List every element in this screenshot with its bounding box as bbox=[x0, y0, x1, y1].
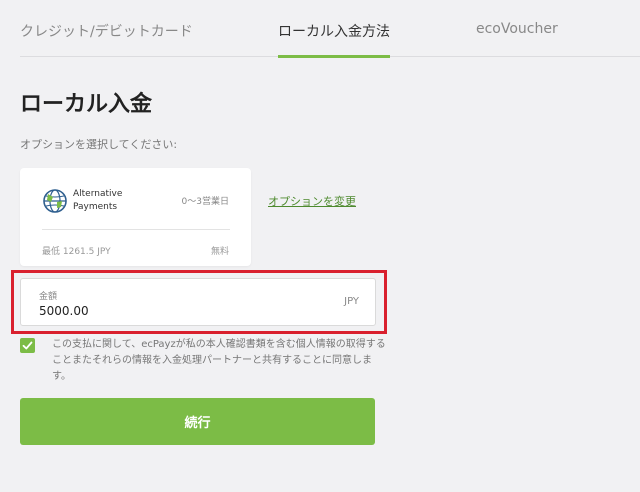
consent-text: この支払に関して、ecPayzが私の本人確認書類を含む個人情報の取得することまた… bbox=[52, 339, 386, 382]
provider-name: Alternative Payments bbox=[73, 188, 143, 214]
page-title: ローカル入金 bbox=[20, 92, 153, 117]
provider-name-line2: Payments bbox=[73, 202, 118, 212]
amount-field[interactable]: 金額 JPY bbox=[20, 278, 376, 326]
provider-name-line1: Alternative bbox=[73, 189, 123, 199]
consent-checkbox[interactable] bbox=[20, 338, 35, 353]
amount-label: 金額 bbox=[39, 292, 58, 302]
payment-option-card[interactable]: Alternative Payments 0〜3営業日 最低 1261.5 JP… bbox=[20, 168, 251, 266]
tab-local-deposit-method[interactable]: ローカル入金方法 bbox=[278, 21, 390, 41]
amount-input[interactable] bbox=[39, 302, 319, 320]
payment-method-tabs: クレジット/デビットカード ローカル入金方法 ecoVoucher bbox=[0, 0, 640, 58]
change-option-link[interactable]: オプションを変更 bbox=[268, 193, 356, 209]
currency-label: JPY bbox=[344, 296, 359, 307]
processing-time: 0〜3営業日 bbox=[181, 197, 229, 207]
minimum-amount: 最低 1261.5 JPY bbox=[42, 247, 111, 257]
continue-button[interactable]: 続行 bbox=[20, 398, 375, 445]
tab-ecovoucher[interactable]: ecoVoucher bbox=[476, 21, 558, 37]
fee-label: 無料 bbox=[210, 247, 229, 257]
card-divider bbox=[42, 229, 230, 230]
active-tab-indicator bbox=[278, 55, 390, 58]
checkmark-icon bbox=[22, 341, 33, 350]
tab-credit-debit-card[interactable]: クレジット/デビットカード bbox=[20, 21, 193, 41]
globe-payments-icon bbox=[42, 188, 68, 214]
select-option-label: オプションを選択してください: bbox=[20, 138, 178, 151]
